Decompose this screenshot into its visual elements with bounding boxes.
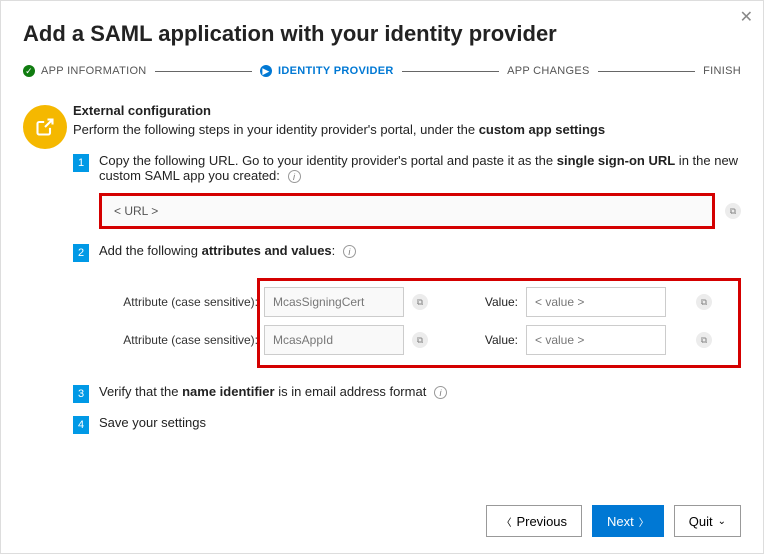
previous-button[interactable]: 〈Previous [486, 505, 582, 537]
section-title: External configuration [73, 103, 741, 118]
copy-icon[interactable]: ⧉ [696, 294, 712, 310]
step-finish: FINISH [703, 65, 741, 77]
info-icon[interactable]: i [343, 245, 356, 258]
quit-button[interactable]: Quit⌄ [674, 505, 741, 537]
step-identity-provider: ▶ IDENTITY PROVIDER [260, 65, 394, 77]
attribute-value-input[interactable] [526, 287, 666, 317]
instruction-step-3: 3 Verify that the name identifier is in … [73, 384, 741, 403]
copy-icon[interactable]: ⧉ [725, 203, 741, 219]
chevron-left-icon: 〈 [501, 514, 511, 529]
page-title: Add a SAML application with your identit… [23, 21, 741, 47]
stepper: ✓ APP INFORMATION ▶ IDENTITY PROVIDER AP… [23, 65, 741, 77]
footer: 〈Previous Next〉 Quit⌄ [486, 505, 741, 537]
attribute-label: Attribute (case sensitive): [106, 295, 264, 309]
copy-icon[interactable]: ⧉ [412, 294, 428, 310]
connector [402, 71, 500, 72]
attribute-name-input[interactable] [264, 287, 404, 317]
chevron-down-icon: ⌄ [718, 516, 726, 527]
value-label: Value: [468, 295, 526, 309]
copy-icon[interactable]: ⧉ [696, 332, 712, 348]
instruction-step-4: 4 Save your settings [73, 415, 741, 434]
step-number: 2 [73, 244, 89, 262]
attribute-name-input[interactable] [264, 325, 404, 355]
connector [598, 71, 696, 72]
modal: ✕ Add a SAML application with your ident… [0, 0, 764, 554]
step-app-information: ✓ APP INFORMATION [23, 65, 147, 77]
attribute-label: Attribute (case sensitive): [106, 333, 264, 347]
url-value[interactable]: < URL > [99, 193, 715, 229]
attribute-row: Attribute (case sensitive): ⧉ Value: ⧉ [268, 325, 730, 355]
info-icon[interactable]: i [288, 170, 301, 183]
check-icon: ✓ [23, 65, 35, 77]
attribute-value-input[interactable] [526, 325, 666, 355]
step-app-changes: APP CHANGES [507, 65, 590, 77]
copy-icon[interactable]: ⧉ [412, 332, 428, 348]
info-icon[interactable]: i [434, 386, 447, 399]
step-number: 4 [73, 416, 89, 434]
step-number: 1 [73, 154, 89, 172]
connector [155, 71, 253, 72]
instruction-step-1: 1 Copy the following URL. Go to your ide… [73, 153, 741, 229]
next-button[interactable]: Next〉 [592, 505, 664, 537]
close-icon[interactable]: ✕ [740, 7, 753, 27]
chevron-right-icon: 〉 [639, 514, 649, 529]
attribute-row: Attribute (case sensitive): ⧉ Value: ⧉ [268, 287, 730, 317]
step-number: 3 [73, 385, 89, 403]
play-icon: ▶ [260, 65, 272, 77]
section-description: Perform the following steps in your iden… [73, 122, 741, 137]
instruction-step-2: 2 Add the following attributes and value… [73, 243, 741, 368]
value-label: Value: [468, 333, 526, 347]
external-link-icon [23, 105, 67, 149]
